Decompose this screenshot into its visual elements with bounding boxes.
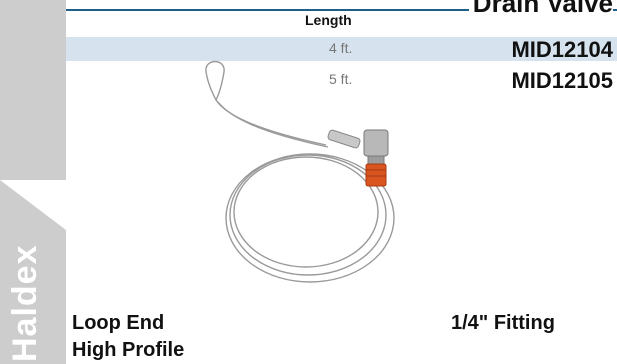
- brand-vertical-label: Haldex: [6, 244, 44, 363]
- cable-ferrule: [327, 129, 361, 149]
- table-row: 4 ft. MID12104: [66, 37, 617, 62]
- section-title: Drain Valve: [468, 0, 613, 19]
- side-band-notch: [0, 180, 66, 230]
- part-number: MID12104: [511, 37, 613, 62]
- valve-fitting: [363, 129, 389, 187]
- part-number: MID12105: [511, 68, 613, 93]
- caption-profile: High Profile: [72, 339, 185, 361]
- drain-valve-cable-illustration: [205, 60, 395, 283]
- length-value: 4 ft.: [329, 40, 353, 56]
- caption-end-type: Loop End: [72, 312, 165, 334]
- length-column-header: Length: [305, 12, 352, 28]
- caption-fitting: 1/4" Fitting: [451, 312, 555, 334]
